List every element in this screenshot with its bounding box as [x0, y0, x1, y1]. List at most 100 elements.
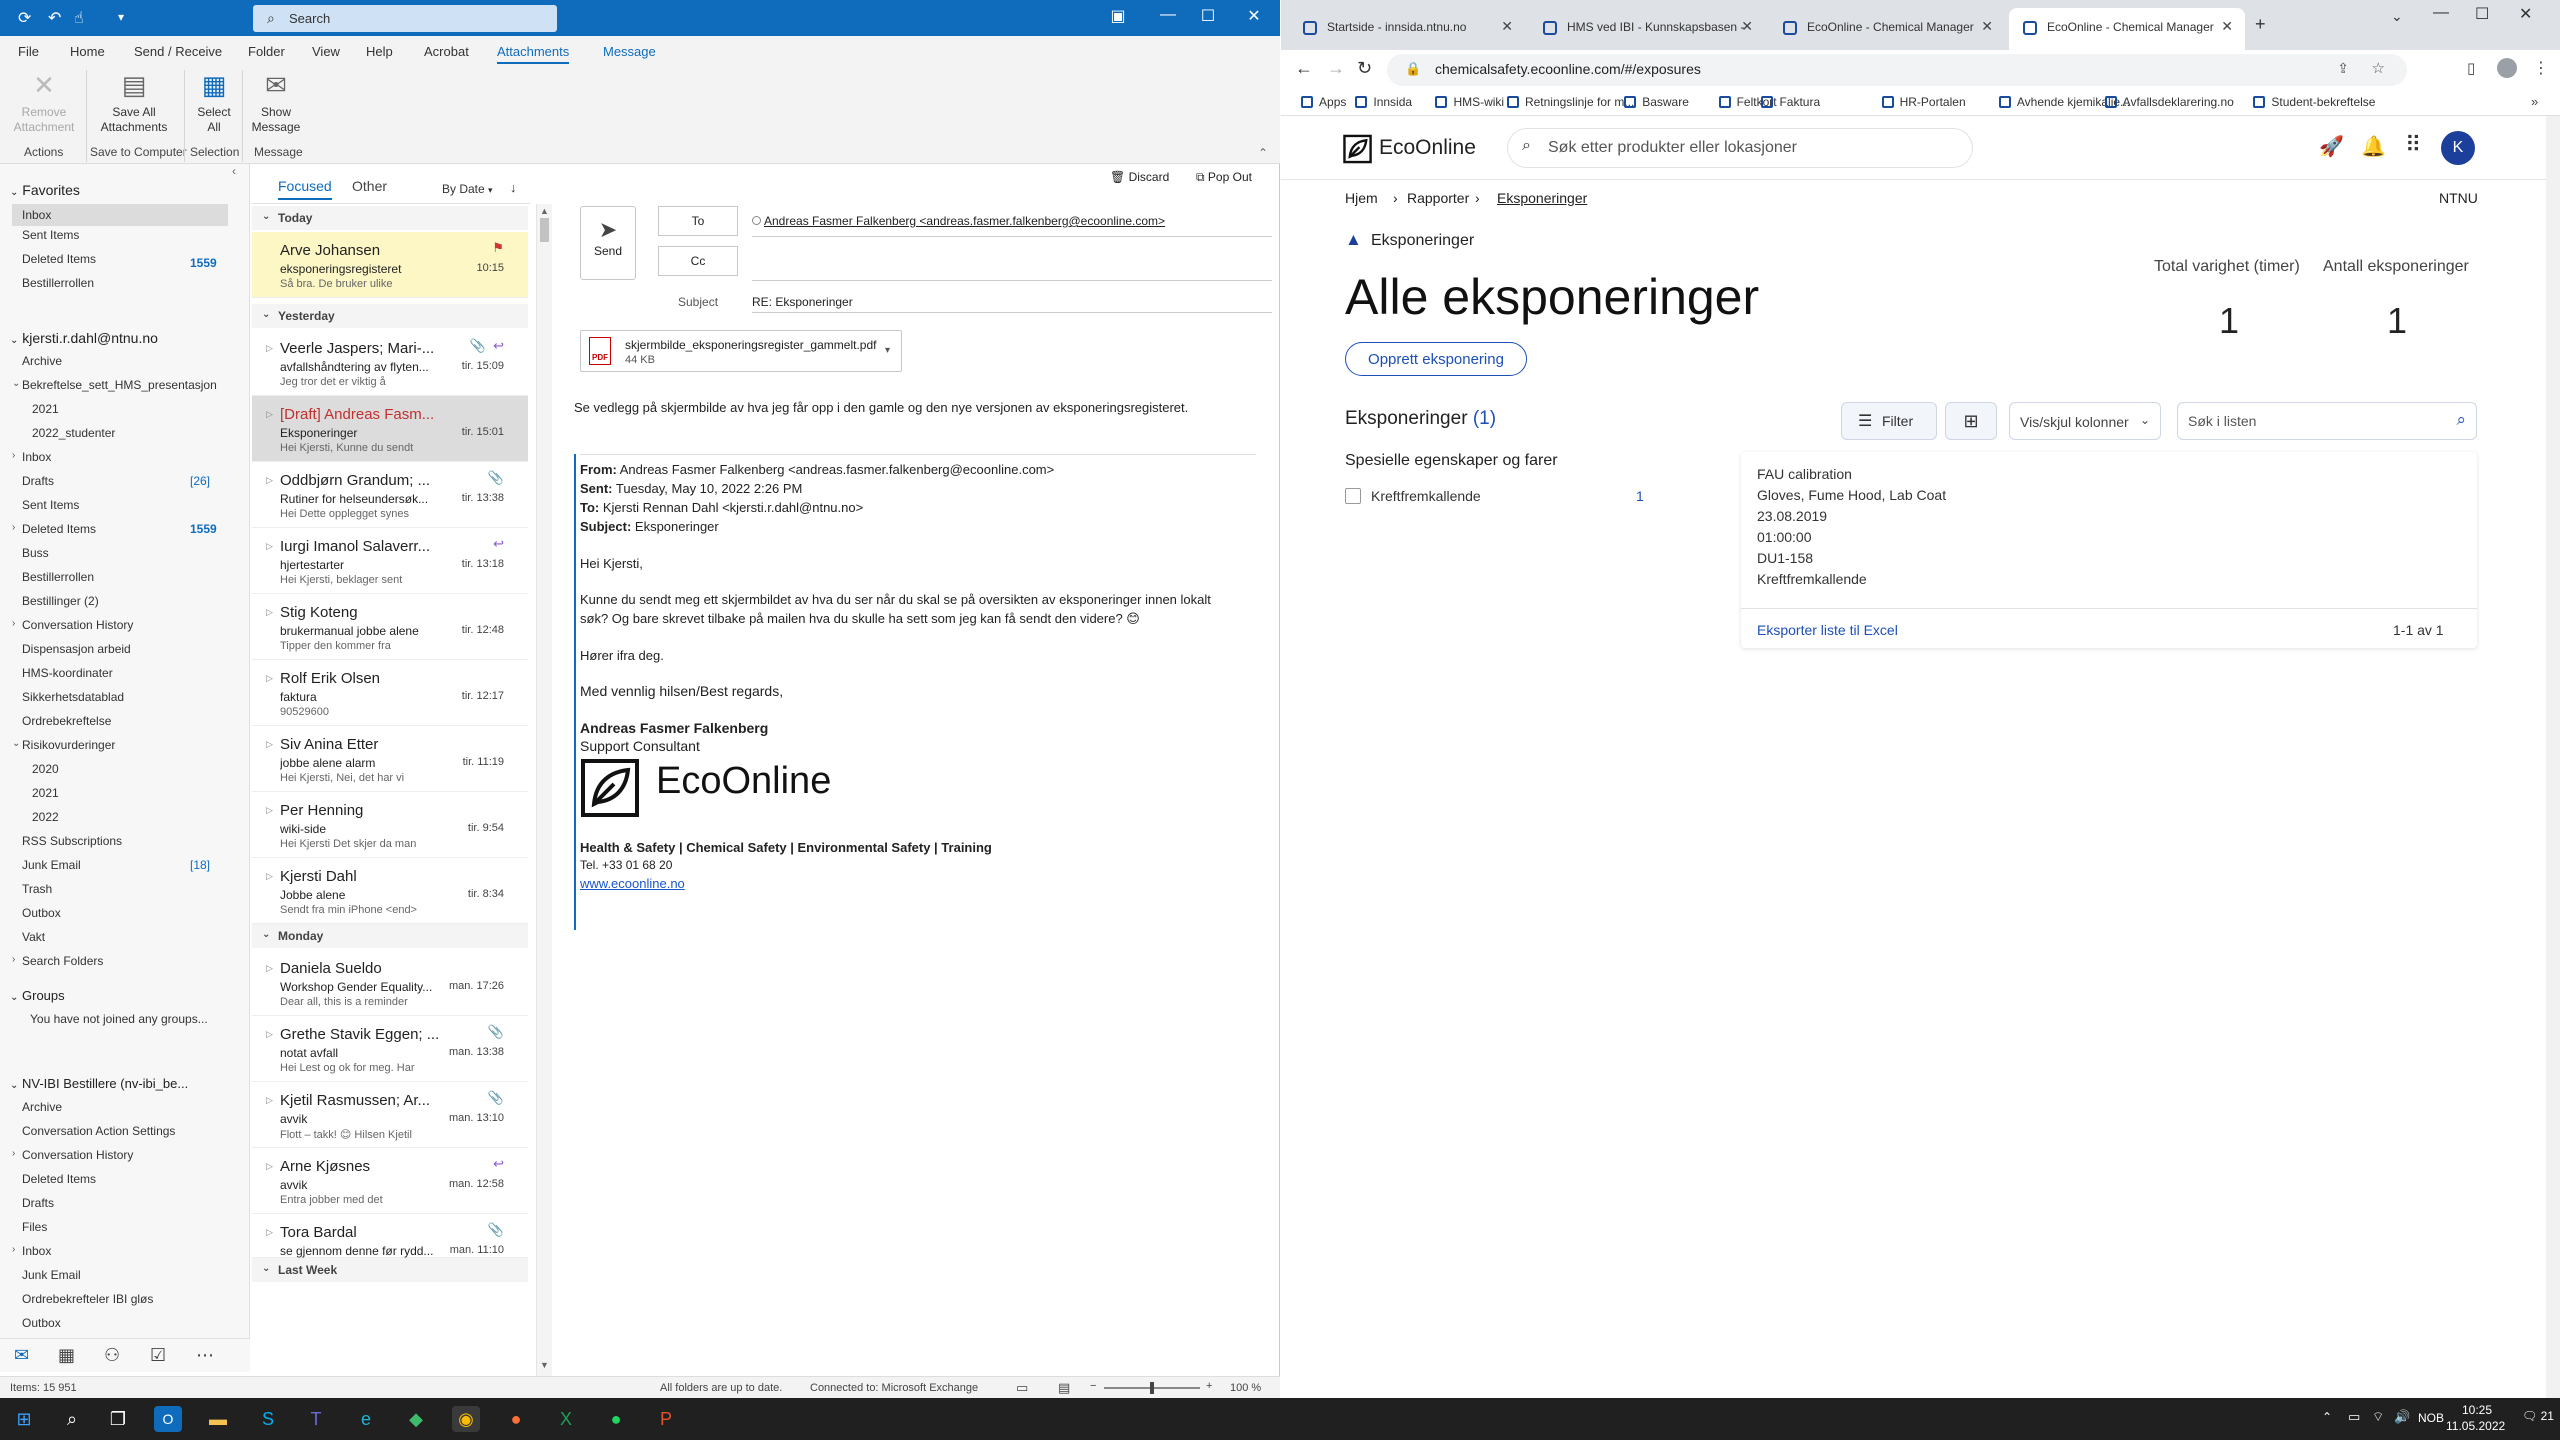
tray-overflow-icon[interactable]: ⌃	[2322, 1410, 2332, 1424]
folder-item[interactable]: Archive	[22, 354, 62, 368]
message-item[interactable]: ▷ Siv Anina Etter jobbe alene alarm Hei Kje…	[252, 726, 528, 792]
discard-button[interactable]: 🗑 Discard	[1110, 170, 1169, 184]
rocket-icon[interactable]: 🚀	[2319, 134, 2344, 159]
chevron-right-icon[interactable]: ▷	[266, 607, 273, 618]
chevron-right-icon[interactable]: ›	[12, 1148, 15, 1159]
close-tab-icon[interactable]: ✕	[1981, 18, 1993, 35]
attachment-chip[interactable]: PDF skjermbilde_eksponeringsregister_gam…	[580, 330, 902, 372]
maximize-button[interactable]: ☐	[2475, 4, 2489, 24]
folder-item[interactable]: 2020	[32, 762, 59, 776]
message-group-header[interactable]: ⌄ Monday	[252, 924, 528, 948]
more-apps-icon[interactable]: ⋯	[196, 1345, 214, 1366]
message-item[interactable]: ▷ Daniela Sueldo Workshop Gender Equality.…	[252, 950, 528, 1016]
shared-folder-item[interactable]: Files	[22, 1220, 47, 1234]
user-avatar[interactable]: K	[2441, 131, 2475, 165]
forward-icon[interactable]: →	[1327, 58, 1345, 79]
groups-header[interactable]: ⌄ Groups	[10, 988, 65, 1003]
message-item[interactable]: ▷ Stig Koteng brukermanual jobbe alene Tipp…	[252, 594, 528, 660]
clock-time[interactable]: 10:25	[2462, 1403, 2492, 1417]
chevron-right-icon[interactable]: ▷	[266, 1095, 273, 1106]
bookmark-item[interactable]: Faktura	[1761, 95, 1820, 109]
zoom-in-icon[interactable]: +	[1206, 1380, 1212, 1392]
lock-icon[interactable]: 🔒	[1405, 61, 1421, 77]
to-button[interactable]: To	[658, 206, 738, 236]
favorite-folder[interactable]: Inbox	[12, 204, 228, 226]
favorite-folder[interactable]: Bestillerrollen	[22, 276, 94, 290]
battery-icon[interactable]: ▭	[2348, 1409, 2360, 1425]
eco-search-input[interactable]: ⌕ Søk etter produkter eller lokasjoner	[1507, 128, 1973, 168]
bookmark-item[interactable]: Avfallsdeklarering.no	[2104, 95, 2234, 109]
firefox-icon[interactable]: ●	[502, 1406, 530, 1432]
chrome-icon[interactable]: ◉	[452, 1406, 480, 1432]
more-bookmarks-icon[interactable]: »	[2531, 94, 2538, 109]
folder-item[interactable]: HMS-koordinater	[22, 666, 113, 680]
folder-item[interactable]: Risikovurderinger	[22, 738, 115, 752]
bell-icon[interactable]: 🔔	[2361, 134, 2386, 159]
shared-folder-item[interactable]: Deleted Items	[22, 1172, 96, 1186]
undo-icon[interactable]: ↶	[48, 8, 61, 28]
tab-other[interactable]: Other	[352, 178, 387, 194]
message-item[interactable]: ▷ [Draft] Andreas Fasm... Eksponeringer Hei…	[252, 396, 528, 462]
folder-item[interactable]: Conversation History	[22, 618, 133, 632]
subject-input[interactable]: RE: Eksponeringer	[752, 295, 853, 309]
chevron-right-icon[interactable]: ▷	[266, 1029, 273, 1040]
folder-item[interactable]: Ordrebekreftelse	[22, 714, 111, 728]
folder-item[interactable]: Sikkerhetsdatablad	[22, 690, 124, 704]
message-item[interactable]: ▷ Rolf Erik Olsen faktura 90529600 tir. 12:1…	[252, 660, 528, 726]
folder-item[interactable]: Junk Email	[22, 858, 81, 872]
folder-item[interactable]: Bestillerrollen	[22, 570, 94, 584]
collapse-pane-icon[interactable]: ‹	[232, 164, 236, 178]
chevron-right-icon[interactable]: ›	[12, 618, 15, 629]
message-item[interactable]: ▷ Kjersti Dahl Jobbe alene Sendt fra min iP…	[252, 858, 528, 924]
ecoonline-logo-icon[interactable]	[1343, 134, 1373, 164]
chevron-right-icon[interactable]: ▷	[266, 805, 273, 816]
org-label[interactable]: NTNU	[2439, 190, 2478, 206]
scroll-down-icon[interactable]: ▼	[540, 1360, 549, 1370]
shared-folder-item[interactable]: Junk Email	[22, 1268, 81, 1282]
close-tab-icon[interactable]: ✕	[2221, 18, 2233, 35]
chevron-right-icon[interactable]: ›	[12, 450, 15, 461]
tab-view[interactable]: View	[312, 44, 340, 59]
folder-item[interactable]: Bekreftelse_sett_HMS_presentasjon	[22, 378, 217, 392]
calendar-icon[interactable]: ▦	[58, 1345, 75, 1366]
sort-direction-icon[interactable]: ↓	[510, 180, 517, 195]
chevron-right-icon[interactable]: ▷	[266, 541, 273, 552]
folder-item[interactable]: Outbox	[22, 906, 61, 920]
folder-item[interactable]: Buss	[22, 546, 49, 560]
file-explorer-icon[interactable]: ▬	[204, 1406, 232, 1432]
touch-mode-icon[interactable]: ☝	[74, 8, 84, 28]
tab-acrobat[interactable]: Acrobat	[424, 44, 469, 59]
favorite-folder[interactable]: Deleted Items	[22, 252, 96, 266]
send-button[interactable]: ➤ Send	[580, 206, 636, 280]
menu-icon[interactable]: ⋮	[2533, 58, 2549, 78]
scroll-up-icon[interactable]: ▲	[540, 206, 549, 216]
collapse-ribbon-icon[interactable]: ⌃	[1258, 146, 1268, 160]
tab-message[interactable]: Message	[603, 44, 656, 59]
shared-folder-item[interactable]: Ordrebekrefteler IBI gløs	[22, 1292, 153, 1306]
page-scrollbar[interactable]	[2546, 116, 2560, 1398]
show-message-button[interactable]: ✉ Show Message	[246, 68, 306, 135]
browser-tab[interactable]: EcoOnline - Chemical Manager ✕	[1769, 8, 2005, 50]
tab-search-icon[interactable]: ⌄	[2391, 8, 2403, 25]
tab-focused[interactable]: Focused	[278, 178, 332, 200]
skype-icon[interactable]: S	[254, 1406, 282, 1432]
folder-item[interactable]: 2022	[32, 810, 59, 824]
spotify-icon[interactable]: ●	[602, 1406, 630, 1432]
tasks-icon[interactable]: ☑	[150, 1345, 166, 1366]
shared-folder-item[interactable]: Outbox	[22, 1316, 61, 1330]
cc-button[interactable]: Cc	[658, 246, 738, 276]
message-item[interactable]: Arve Johansen eksponeringsregisteret Så br…	[252, 232, 528, 298]
message-item[interactable]: ▷ Kjetil Rasmussen; Ar... avvik Flott – tak…	[252, 1082, 528, 1148]
sync-icon[interactable]: ⟳	[18, 8, 31, 28]
sort-dropdown[interactable]: By Date ▾	[442, 182, 493, 196]
pop-out-button[interactable]: ⧉ Pop Out	[1196, 170, 1252, 185]
chevron-right-icon[interactable]: ▷	[266, 739, 273, 750]
chevron-right-icon[interactable]: ▷	[266, 963, 273, 974]
bookmark-item[interactable]: Innsida	[1355, 95, 1412, 109]
search-box[interactable]: ⌕ Search	[253, 5, 557, 32]
bookmark-item[interactable]: HMS-wiki	[1435, 95, 1504, 109]
breadcrumb-reports[interactable]: Rapporter	[1407, 190, 1469, 206]
excel-icon[interactable]: X	[552, 1406, 580, 1432]
browser-tab[interactable]: HMS ved IBI - Kunnskapsbasen - ✕	[1529, 8, 1765, 50]
message-item[interactable]: ▷ Grethe Stavik Eggen; ... notat avfall Hei…	[252, 1016, 528, 1082]
